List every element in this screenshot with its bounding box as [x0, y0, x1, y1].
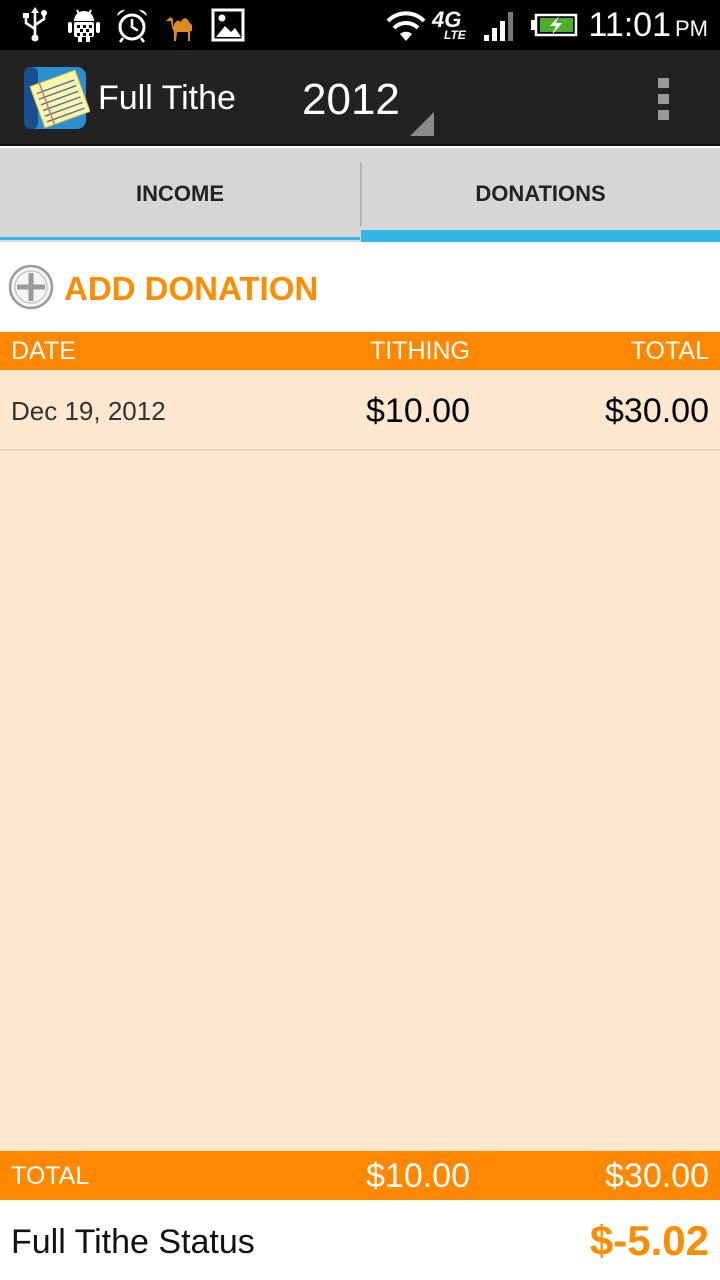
- year-spinner[interactable]: 2012: [300, 68, 440, 140]
- spinner-triangle-icon: [410, 112, 434, 136]
- totals-label: TOTAL: [11, 1162, 90, 1190]
- tab-income-label: INCOME: [136, 181, 224, 206]
- row-total: $30.00: [605, 392, 709, 430]
- wifi-icon: [386, 11, 426, 41]
- tab-bar: INCOME DONATIONS: [0, 148, 720, 242]
- android-debug-icon: [68, 9, 100, 42]
- totals-tithing: $10.00: [366, 1157, 470, 1195]
- gallery-icon: [211, 8, 245, 42]
- header-date[interactable]: DATE: [11, 334, 76, 368]
- battery-charging-icon: [531, 13, 578, 37]
- totals-total: $30.00: [605, 1157, 709, 1195]
- header-tithing[interactable]: TITHING: [370, 334, 470, 368]
- tab-income[interactable]: INCOME: [0, 148, 360, 242]
- app-logo-icon[interactable]: [24, 65, 90, 131]
- tab-donations-indicator: [361, 230, 720, 242]
- add-donation-button[interactable]: ADD DONATION: [0, 242, 720, 332]
- clock: 11:01 PM: [588, 3, 708, 47]
- tithe-status-footer: Full Tithe Status $-5.02: [0, 1200, 720, 1280]
- app-title: Full Tithe: [98, 79, 236, 117]
- network-subtype-label: LTE: [444, 28, 466, 42]
- overflow-menu-icon[interactable]: [644, 66, 684, 130]
- usb-icon: [23, 7, 47, 42]
- tab-income-indicator: [0, 237, 360, 240]
- year-value: 2012: [302, 75, 400, 124]
- clock-ampm: PM: [675, 16, 708, 41]
- donation-list[interactable]: Dec 19, 2012 $10.00 $30.00: [0, 370, 720, 1151]
- table-row[interactable]: Dec 19, 2012 $10.00 $30.00: [0, 370, 720, 451]
- row-tithing: $10.00: [366, 392, 470, 430]
- action-bar: Full Tithe 2012: [0, 50, 720, 146]
- table-header: DATE TITHING TOTAL: [0, 332, 720, 370]
- clock-time: 11:01: [588, 6, 671, 44]
- add-donation-label: ADD DONATION: [64, 270, 319, 307]
- tithe-status-value: $-5.02: [589, 1217, 709, 1264]
- row-date: Dec 19, 2012: [11, 396, 166, 426]
- alarm-icon: [117, 9, 147, 43]
- camel-app-icon: [166, 17, 192, 41]
- tab-donations-label: DONATIONS: [475, 181, 606, 206]
- add-circle-icon: [8, 264, 54, 310]
- status-bar: 4G LTE 11:01 PM: [0, 0, 720, 50]
- tithe-status-label: Full Tithe Status: [11, 1223, 255, 1261]
- totals-row: TOTAL $10.00 $30.00: [0, 1151, 720, 1200]
- tab-donations[interactable]: DONATIONS: [361, 148, 720, 242]
- signal-icon: [484, 12, 513, 41]
- header-total[interactable]: TOTAL: [631, 334, 709, 368]
- network-4g-lte-icon: 4G LTE: [432, 7, 476, 43]
